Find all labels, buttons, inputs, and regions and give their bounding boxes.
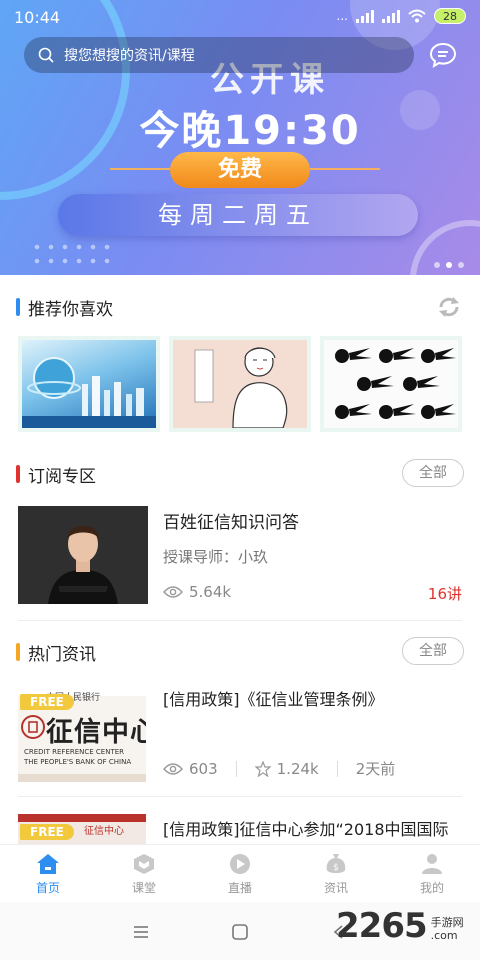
- watermark-number: 2265: [336, 906, 428, 946]
- recommend-header: 推荐你喜欢: [16, 292, 464, 322]
- cartoon-woman-image: [194, 347, 288, 429]
- course-title: 百姓征信知识问答: [163, 513, 299, 533]
- cover-main-text: 征信中心: [46, 717, 146, 748]
- banner-schedule: 每周二周五: [58, 194, 418, 236]
- tab-label: 直播: [227, 881, 252, 895]
- message-icon[interactable]: [428, 40, 458, 70]
- pager-dot: [434, 262, 440, 268]
- course-lesson-count: 16讲: [427, 585, 462, 603]
- eye-icon: [163, 762, 183, 775]
- wifi-icon: [408, 9, 426, 23]
- section-accent-bar: [16, 298, 20, 316]
- news-headline: [信用政策]征信中心参加“2018中国国际金融展”: [163, 820, 449, 839]
- svg-text:$: $: [333, 863, 339, 873]
- news-all-button[interactable]: 全部: [402, 637, 464, 665]
- news-time: 2天前: [355, 760, 396, 778]
- section-title: 热门资讯: [28, 644, 96, 665]
- cover-en-line: CREDIT REFERENCE CENTER: [24, 748, 125, 756]
- site-watermark: 2265 手游网 .com: [336, 906, 464, 946]
- news-bag-icon: $: [326, 854, 346, 873]
- recommend-thumbnail-fire-basketballs[interactable]: [320, 336, 462, 432]
- tab-live[interactable]: 直播: [192, 845, 288, 902]
- free-tag: FREE: [20, 694, 74, 710]
- star-icon: [254, 760, 271, 777]
- basketball-flames-image: [335, 348, 456, 419]
- course-card[interactable]: 百姓征信知识问答 授课导师：小玖 5.64k 16讲: [18, 506, 464, 604]
- banner-decor-line: [310, 168, 380, 170]
- banner-free-badge: 免费: [170, 152, 310, 188]
- pager-dot-active: [446, 262, 452, 268]
- recommend-thumbnail-city-globe[interactable]: [18, 336, 160, 432]
- search-input[interactable]: 搜您想搜的资讯/课程: [24, 37, 414, 73]
- tab-home[interactable]: 首页: [0, 845, 96, 902]
- battery-indicator: 28: [434, 8, 466, 24]
- cover-en-line: THE PEOPLE'S BANK OF CHINA: [24, 758, 132, 766]
- status-bar: 10:44 ... 28: [0, 0, 480, 34]
- news-header: 热门资讯 全部: [16, 637, 464, 667]
- banner-decor-line: [110, 168, 170, 170]
- signal-icon: [356, 9, 374, 23]
- tab-label: 课堂: [131, 881, 156, 895]
- section-accent-bar: [16, 643, 20, 661]
- city-globe-image: [22, 357, 156, 428]
- tab-profile[interactable]: 我的: [384, 845, 480, 902]
- live-play-icon: [230, 854, 250, 874]
- tab-classroom[interactable]: 课堂: [96, 845, 192, 902]
- home-icon: [37, 854, 59, 874]
- tab-label: 首页: [35, 881, 60, 895]
- profile-icon: [422, 854, 442, 874]
- bottom-tab-bar: 首页 课堂 直播 $ 资讯 我的: [0, 844, 480, 902]
- banner-decor-dots: [30, 240, 110, 270]
- news-cover-image: 中国人民银行 征信中心 CREDIT REFERENCE CENTER THE …: [18, 684, 146, 782]
- news-meta: 603 1.24k 2天前: [163, 758, 463, 779]
- divider: [18, 796, 462, 797]
- search-icon: [38, 47, 54, 63]
- course-views-count: 5.64k: [189, 583, 232, 601]
- section-title: 订阅专区: [28, 466, 96, 487]
- news-favorites: 1.24k: [276, 759, 319, 778]
- bank-seal-icon: [21, 715, 45, 739]
- cover-main-text: 征信中心: [84, 826, 124, 837]
- watermark-site-cn: 手游网: [430, 916, 464, 929]
- tab-label: 资讯: [323, 881, 348, 895]
- watermark-site-en: .com: [430, 929, 458, 942]
- subscribe-header: 订阅专区 全部: [16, 459, 464, 489]
- banner-time: 今晚19:30: [139, 108, 361, 154]
- news-item[interactable]: 中国人民银行 征信中心 CREDIT REFERENCE CENTER THE …: [18, 684, 464, 782]
- status-dots: ...: [336, 9, 348, 23]
- pager-dot: [458, 262, 464, 268]
- cover-bottom-band: [18, 774, 146, 782]
- section-accent-bar: [16, 465, 20, 483]
- news-item[interactable]: 征信中心 FREE [信用政策]征信中心参加“2018中国国际金融展”: [18, 814, 464, 844]
- menu-icon[interactable]: [132, 924, 150, 940]
- free-tag: FREE: [20, 824, 74, 840]
- recommend-thumbnail-cartoon[interactable]: [169, 336, 311, 432]
- meta-separator: [336, 760, 338, 777]
- section-title: 推荐你喜欢: [28, 299, 113, 320]
- meta-separator: [235, 760, 237, 777]
- cover-top-band: [18, 814, 146, 822]
- subscribe-all-button[interactable]: 全部: [402, 459, 464, 487]
- teacher-photo: [18, 506, 148, 604]
- classroom-icon: [134, 854, 154, 874]
- status-time: 10:44: [14, 8, 61, 27]
- course-teacher: 授课导师：小玖: [163, 548, 269, 566]
- divider: [18, 620, 462, 621]
- banner-pager: [434, 262, 464, 268]
- course-cover-image: [18, 506, 148, 604]
- home-square-icon[interactable]: [231, 924, 249, 940]
- tab-label: 我的: [419, 881, 444, 895]
- refresh-icon[interactable]: [436, 294, 462, 320]
- news-views: 603: [189, 759, 218, 778]
- news-cover-image: 征信中心 FREE: [18, 814, 146, 844]
- signal-icon: [382, 9, 400, 23]
- watermark-site: 手游网 .com: [431, 916, 464, 942]
- search-placeholder: 搜您想搜的资讯/课程: [64, 48, 195, 64]
- eye-icon: [163, 586, 183, 598]
- tab-news[interactable]: $ 资讯: [288, 845, 384, 902]
- news-headline: [信用政策]《征信业管理条例》: [163, 690, 384, 709]
- course-views: 5.64k: [163, 583, 231, 601]
